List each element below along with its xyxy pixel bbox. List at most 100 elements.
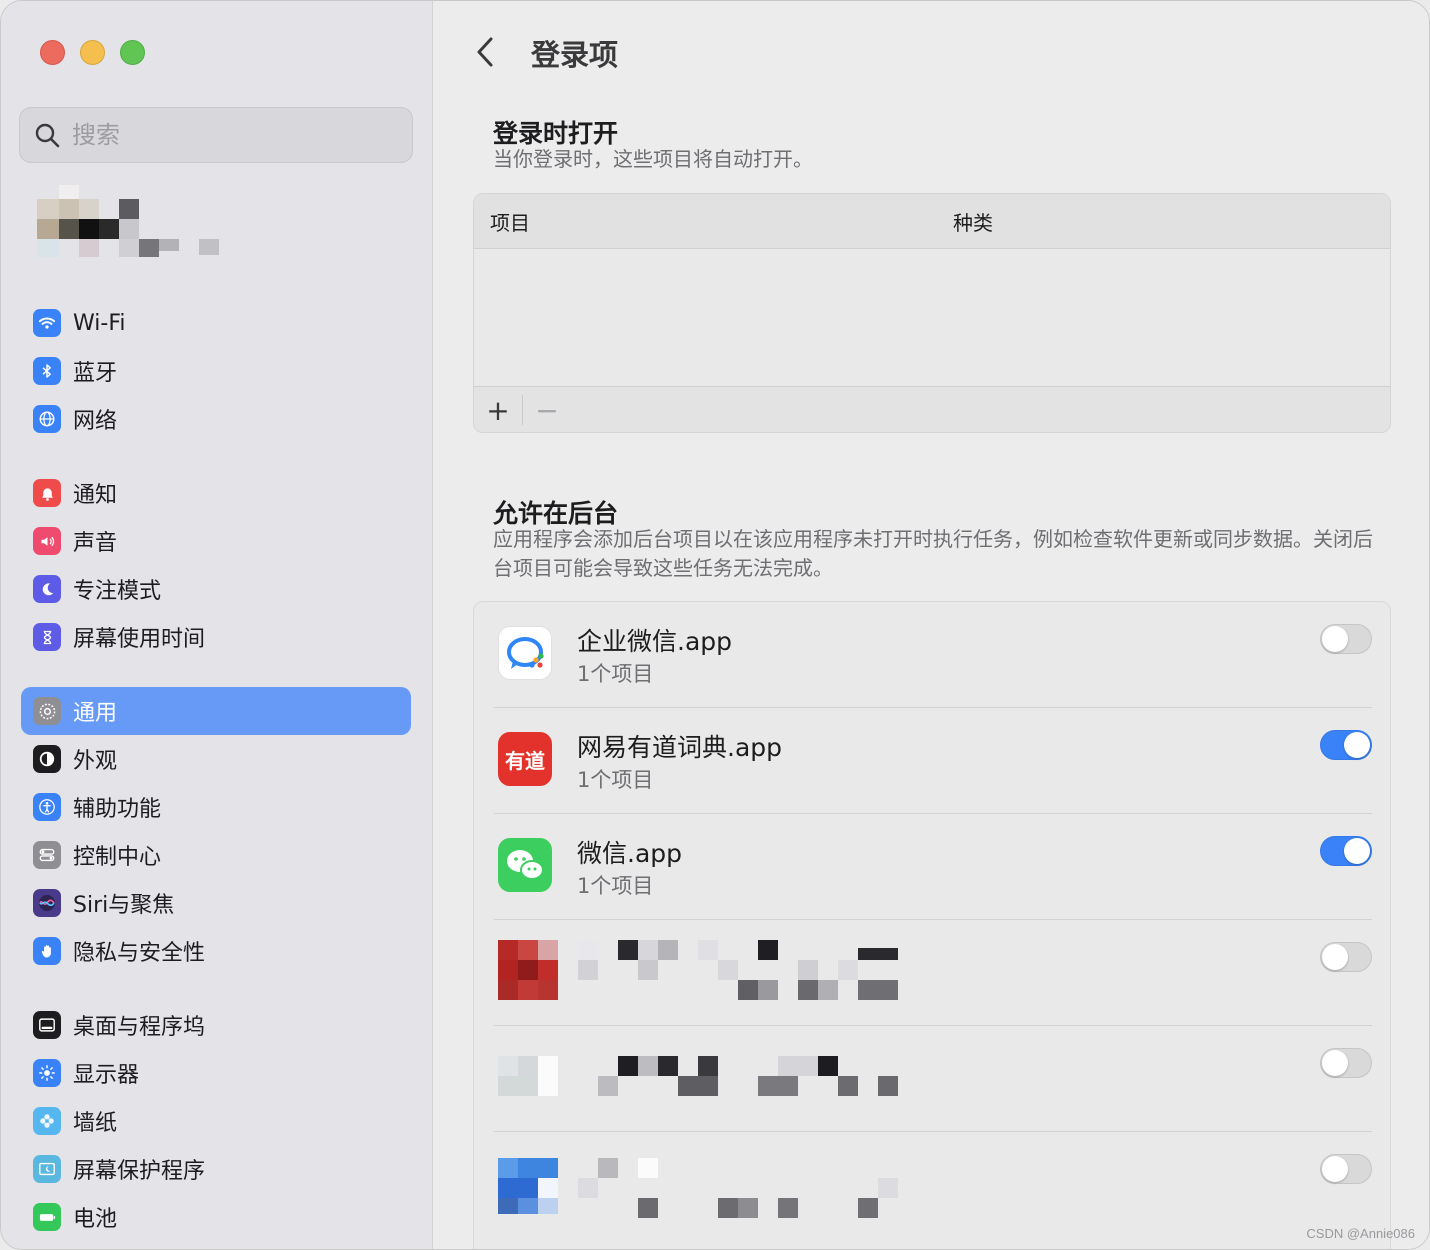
sidebar-item-label: 通用 — [73, 701, 118, 726]
table-footer: + − — [474, 387, 1390, 432]
sidebar-item-label: 电池 — [73, 1207, 118, 1232]
minimize-button[interactable] — [80, 40, 105, 65]
search-input[interactable] — [72, 121, 392, 149]
bell-icon — [33, 479, 61, 507]
sidebar-item-label: 屏幕保护程序 — [73, 1159, 206, 1184]
remove-item-button[interactable]: − — [523, 387, 571, 432]
table-header: 项目 种类 — [474, 194, 1390, 249]
wecom-background-toggle[interactable] — [1320, 624, 1372, 654]
app-name: 微信.app — [577, 839, 683, 868]
login-section-desc: 当你登录时，这些项目将自动打开。 — [493, 147, 813, 171]
sidebar-item-label: Siri与聚焦 — [73, 893, 175, 918]
sidebar-item-label: 辅助功能 — [73, 797, 162, 822]
youdao-background-toggle[interactable] — [1320, 730, 1372, 760]
sidebar-group-1: Wi-Fi 蓝牙网络 — [21, 299, 411, 443]
sidebar-item-label: 屏幕使用时间 — [73, 627, 206, 652]
sidebar-item-screensaver[interactable]: 屏幕保护程序 — [21, 1145, 411, 1193]
background-items-list: 企业微信.app 1个项目 有道 网易有道词典.app 1个项目 微信.app … — [473, 601, 1391, 1249]
wecom-app-icon — [498, 626, 552, 680]
sidebar-item-siri[interactable]: Siri与聚焦 — [21, 879, 411, 927]
toggle-knob — [1344, 838, 1370, 864]
sidebar-item-label: 隐私与安全性 — [73, 941, 206, 966]
hourglass-icon — [33, 623, 61, 651]
sidebar-item-label: 墙纸 — [73, 1111, 118, 1136]
list-item: 企业微信.app 1个项目 — [474, 602, 1390, 708]
sidebar-group-4: 桌面与程序坞显示器墙纸屏幕保护程序 电池 — [21, 1001, 411, 1241]
app-6-background-toggle[interactable] — [1320, 1154, 1372, 1184]
sidebar-item-hourglass[interactable]: 屏幕使用时间 — [21, 613, 411, 661]
account-avatar-pixelated[interactable] — [37, 185, 227, 265]
sidebar-item-bluetooth[interactable]: 蓝牙 — [21, 347, 411, 395]
main-content: 登录项 登录时打开 当你登录时，这些项目将自动打开。 项目 种类 + − 允许在… — [434, 1, 1429, 1249]
sidebar-item-flower[interactable]: 墙纸 — [21, 1097, 411, 1145]
screensaver-icon — [33, 1155, 61, 1183]
list-item-pixelated — [474, 920, 1390, 1026]
list-item: 有道 网易有道词典.app 1个项目 — [474, 708, 1390, 814]
sidebar-item-appearance[interactable]: 外观 — [21, 735, 411, 783]
youdao-app-icon: 有道 — [498, 732, 552, 786]
pixelated-app-text — [578, 1056, 898, 1096]
pixelated-app-icon — [498, 940, 558, 1000]
sidebar-item-label: Wi-Fi — [73, 310, 126, 336]
toggle-knob — [1322, 1156, 1348, 1182]
sidebar-item-sun[interactable]: 显示器 — [21, 1049, 411, 1097]
column-header-item[interactable]: 项目 — [490, 207, 530, 236]
sidebar-item-speaker[interactable]: 声音 — [21, 517, 411, 565]
sidebar-item-moon[interactable]: 专注模式 — [21, 565, 411, 613]
sidebar-item-hand[interactable]: 隐私与安全性 — [21, 927, 411, 975]
flower-icon — [33, 1107, 61, 1135]
search-field[interactable] — [19, 107, 413, 163]
sidebar-item-label: 桌面与程序坞 — [73, 1015, 206, 1040]
sidebar-item-battery[interactable]: 电池 — [21, 1193, 411, 1241]
sidebar-item-wifi[interactable]: Wi-Fi — [21, 299, 411, 347]
gear-icon — [33, 697, 61, 725]
app-4-background-toggle[interactable] — [1320, 942, 1372, 972]
app-item-count: 1个项目 — [577, 662, 654, 686]
app-name: 企业微信.app — [577, 627, 733, 656]
sidebar: Wi-Fi 蓝牙网络通知声音专注模式屏幕使用时间通用外观辅助功能控制中心 Siri与… — [1, 1, 433, 1249]
wechat-background-toggle[interactable] — [1320, 836, 1372, 866]
search-icon — [35, 123, 60, 148]
app-item-count: 1个项目 — [577, 874, 654, 898]
sidebar-item-label: 通知 — [73, 483, 118, 508]
control-center-icon — [33, 841, 61, 869]
sidebar-item-gear[interactable]: 通用 — [21, 687, 411, 735]
table-body-empty[interactable] — [474, 249, 1390, 387]
settings-window: Wi-Fi 蓝牙网络通知声音专注模式屏幕使用时间通用外观辅助功能控制中心 Siri与… — [0, 0, 1430, 1250]
back-chevron-icon[interactable] — [472, 35, 498, 69]
app-item-count: 1个项目 — [577, 768, 654, 792]
sidebar-item-dock[interactable]: 桌面与程序坞 — [21, 1001, 411, 1049]
bluetooth-icon — [33, 357, 61, 385]
sidebar-item-bell[interactable]: 通知 — [21, 469, 411, 517]
sidebar-item-label: 蓝牙 — [73, 361, 118, 386]
window-controls — [40, 40, 145, 65]
accessibility-icon — [33, 793, 61, 821]
close-button[interactable] — [40, 40, 65, 65]
globe-icon — [33, 405, 61, 433]
sidebar-item-control-center[interactable]: 控制中心 — [21, 831, 411, 879]
hand-icon — [33, 937, 61, 965]
watermark: CSDN @Annie086 — [1306, 1226, 1415, 1241]
sun-icon — [33, 1059, 61, 1087]
sidebar-item-label: 控制中心 — [73, 845, 162, 870]
dock-icon — [33, 1011, 61, 1039]
app-5-background-toggle[interactable] — [1320, 1048, 1372, 1078]
speaker-icon — [33, 527, 61, 555]
sidebar-item-globe[interactable]: 网络 — [21, 395, 411, 443]
zoom-button[interactable] — [120, 40, 145, 65]
sidebar-item-accessibility[interactable]: 辅助功能 — [21, 783, 411, 831]
pixelated-app-text — [578, 1158, 898, 1218]
list-item-pixelated — [474, 1132, 1390, 1238]
toggle-knob — [1322, 1050, 1348, 1076]
appearance-icon — [33, 745, 61, 773]
sidebar-group-2: 通知声音 专注模式屏幕使用时间 — [21, 469, 411, 661]
list-item: 微信.app 1个项目 — [474, 814, 1390, 920]
pixelated-app-icon — [498, 1158, 558, 1218]
sidebar-item-label: 网络 — [73, 409, 118, 434]
pixelated-app-text — [578, 940, 898, 1000]
app-name: 网易有道词典.app — [577, 733, 783, 762]
add-item-button[interactable]: + — [474, 387, 522, 432]
wifi-icon — [33, 309, 61, 337]
column-header-kind[interactable]: 种类 — [953, 207, 993, 236]
toggle-knob — [1322, 944, 1348, 970]
